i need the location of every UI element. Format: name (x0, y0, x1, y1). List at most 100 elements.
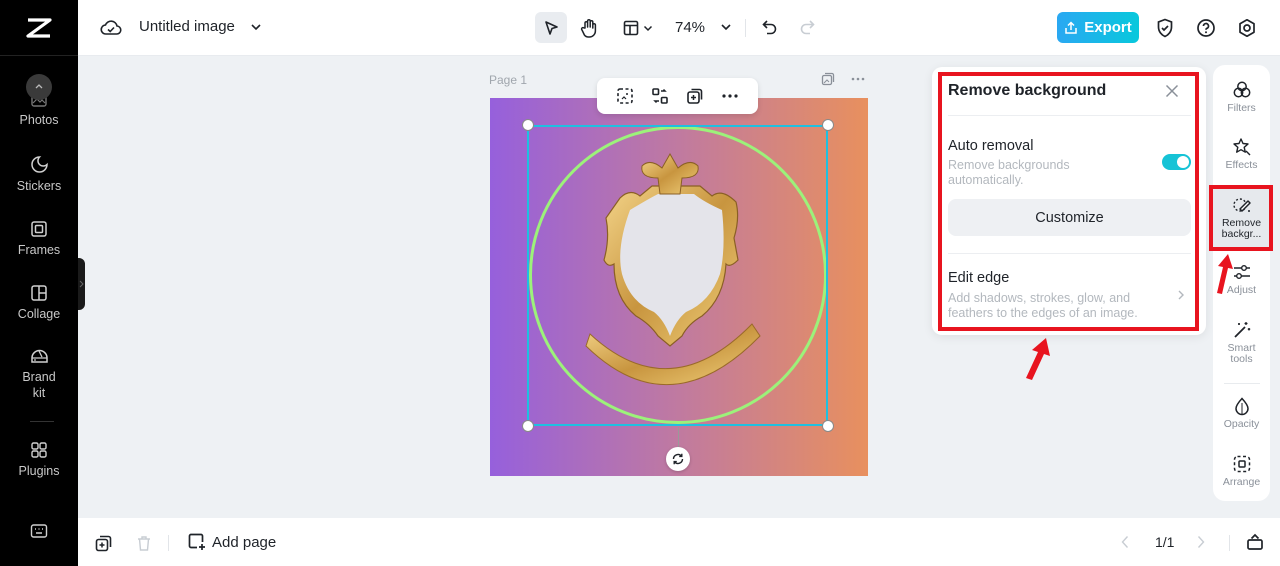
keyboard-icon (30, 524, 48, 538)
crop-cutout-button[interactable] (614, 85, 636, 107)
close-panel-button[interactable] (1163, 82, 1181, 100)
rotate-connector (678, 427, 679, 447)
zoom-dropdown-button[interactable] (719, 20, 733, 34)
zoom-level[interactable]: 74% (675, 19, 705, 36)
undo-icon (762, 20, 777, 35)
sidebar-item-label: Photos (19, 113, 59, 127)
chevron-down-icon (643, 25, 653, 31)
page-duplicate-button[interactable] (820, 71, 836, 87)
hand-tool-button[interactable] (578, 16, 600, 40)
sidebar-item-label: Stickers (16, 179, 62, 193)
sidebar-divider (30, 421, 54, 422)
auto-removal-description: Remove backgrounds automatically. (948, 158, 1070, 187)
opacity-icon (1234, 397, 1249, 416)
customize-button[interactable]: Customize (948, 199, 1191, 236)
replace-icon (652, 88, 668, 104)
export-label: Export (1084, 19, 1132, 36)
rotate-handle[interactable] (666, 447, 690, 471)
cloud-saved-icon[interactable] (100, 17, 122, 39)
panel-title: Remove background (948, 82, 1107, 99)
page-more-button[interactable] (848, 71, 868, 87)
rail-item-effects[interactable]: Effects (1213, 137, 1270, 171)
rail-divider (1224, 383, 1260, 384)
add-page-label: Add page (212, 533, 277, 551)
capcut-logo[interactable] (0, 0, 78, 56)
page-count: 1/1 (1155, 534, 1175, 550)
chevron-right-icon (1197, 536, 1205, 548)
undo-button[interactable] (760, 17, 780, 37)
resize-handle-bottom-left[interactable] (522, 420, 534, 432)
more-icon (851, 77, 865, 81)
rail-item-arrange[interactable]: Arrange (1213, 454, 1270, 488)
add-page-button[interactable]: Add page (188, 533, 276, 551)
smart-tools-icon (1233, 322, 1250, 338)
rail-item-smart-tools[interactable]: Smart tools (1213, 320, 1270, 365)
duplicate-page-button[interactable] (93, 533, 113, 553)
page-panel-icon (1247, 533, 1263, 550)
filters-icon (1233, 81, 1250, 98)
help-button[interactable] (1195, 17, 1217, 39)
keyboard-shortcuts-button[interactable] (0, 523, 78, 543)
element-floating-toolbar (597, 78, 758, 114)
layout-dropdown-button[interactable] (618, 16, 658, 40)
annotation-arrow-icon (1026, 338, 1050, 380)
title-dropdown-button[interactable] (249, 20, 263, 34)
duplicate-page-icon (821, 72, 835, 86)
sidebar-item-label: Collage (17, 307, 61, 321)
security-button[interactable] (1154, 17, 1176, 39)
panel-divider (948, 253, 1191, 254)
chevron-right-icon (1178, 290, 1184, 300)
plugins-icon (31, 442, 47, 458)
select-tool-button[interactable] (535, 12, 567, 43)
settings-button[interactable] (1236, 17, 1258, 39)
auto-removal-toggle[interactable] (1162, 154, 1191, 170)
resize-handle-bottom-right[interactable] (822, 420, 834, 432)
rail-item-opacity[interactable]: Opacity (1213, 396, 1270, 430)
rail-item-filters[interactable]: Filters (1213, 80, 1270, 114)
close-icon (1165, 84, 1179, 98)
more-options-button[interactable] (719, 85, 741, 107)
sidebar-item-plugins[interactable]: Plugins (0, 441, 78, 479)
sidebar-item-frames[interactable]: Frames (0, 220, 78, 258)
rail-item-label: Remove backgr... (1221, 217, 1262, 240)
panel-divider (948, 115, 1191, 116)
sidebar-item-label: Brand kit (22, 370, 56, 400)
redo-button[interactable] (797, 17, 817, 37)
effects-icon (1232, 138, 1250, 156)
next-page-button[interactable] (1193, 534, 1209, 550)
export-icon (1065, 20, 1077, 34)
brand-kit-icon (30, 349, 48, 363)
duplicate-page-icon (95, 535, 111, 551)
edit-edge-title: Edit edge (948, 270, 1010, 286)
chevron-down-icon (251, 24, 261, 31)
sidebar-item-brand-kit[interactable]: Brand kit (0, 347, 78, 401)
delete-page-button[interactable] (134, 533, 154, 553)
replace-button[interactable] (649, 85, 671, 107)
expand-panel-handle[interactable] (78, 258, 85, 310)
export-button[interactable]: Export (1057, 12, 1139, 43)
rail-item-label: Smart tools (1227, 342, 1256, 365)
selection-box[interactable] (527, 125, 828, 426)
previous-page-button[interactable] (1117, 534, 1133, 550)
document-title[interactable]: Untitled image (139, 18, 235, 35)
cutout-icon (616, 88, 633, 104)
sidebar-item-collage[interactable]: Collage (0, 284, 78, 322)
page-panel-toggle-button[interactable] (1245, 532, 1265, 552)
edit-edge-row[interactable]: Edit edge Add shadows, strokes, glow, an… (948, 270, 1191, 322)
duplicate-button[interactable] (684, 85, 706, 107)
rail-item-adjust[interactable]: Adjust (1213, 262, 1270, 296)
collapse-up-button[interactable] (26, 74, 52, 100)
resize-handle-top-right[interactable] (822, 119, 834, 131)
page-label: Page 1 (489, 73, 528, 87)
bottom-divider (1229, 535, 1230, 551)
hand-icon (580, 19, 597, 38)
rail-item-label: Effects (1225, 159, 1258, 171)
chevron-down-icon (721, 24, 731, 31)
app: Photos Stickers Frames Collage Brand kit… (0, 0, 1280, 566)
trash-icon (138, 535, 150, 551)
help-icon (1197, 19, 1215, 37)
sidebar-item-stickers[interactable]: Stickers (0, 155, 78, 194)
resize-handle-top-left[interactable] (522, 119, 534, 131)
rail-item-remove-background[interactable]: Remove backgr... (1213, 195, 1270, 240)
layout-icon (623, 20, 639, 36)
